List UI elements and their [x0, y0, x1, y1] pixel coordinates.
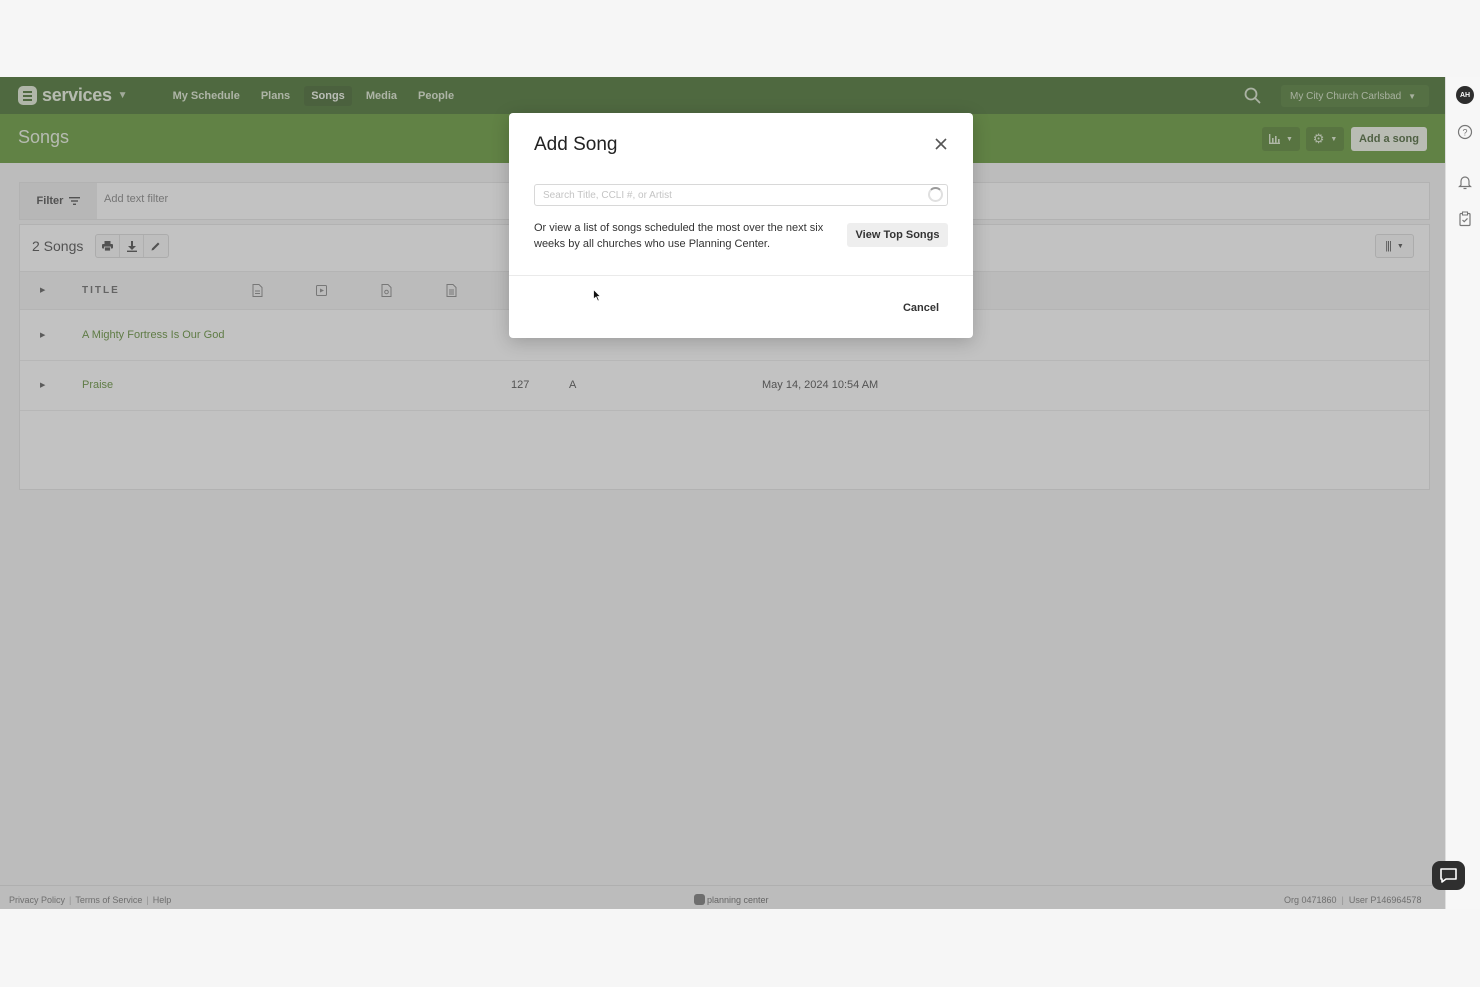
song-search-input[interactable] — [534, 184, 948, 206]
add-song-modal: Add Song Or view a list of songs schedul… — [509, 113, 973, 338]
help-icon[interactable]: ? — [1457, 124, 1473, 140]
view-top-songs-button[interactable]: View Top Songs — [847, 223, 948, 247]
modal-title: Add Song — [534, 134, 618, 155]
chat-icon — [1440, 868, 1457, 883]
loading-spinner-icon — [928, 187, 943, 202]
top-songs-description: Or view a list of songs scheduled the mo… — [534, 222, 824, 250]
close-icon[interactable] — [934, 137, 948, 151]
mouse-cursor-icon — [593, 289, 601, 302]
bell-icon[interactable] — [1457, 174, 1473, 190]
clipboard-icon[interactable] — [1457, 211, 1473, 227]
modal-divider — [509, 275, 973, 276]
cancel-button[interactable]: Cancel — [893, 298, 949, 318]
right-rail: AH ? — [1445, 77, 1480, 909]
svg-text:?: ? — [1462, 128, 1467, 138]
avatar[interactable]: AH — [1456, 86, 1474, 104]
chat-button[interactable] — [1432, 861, 1465, 890]
